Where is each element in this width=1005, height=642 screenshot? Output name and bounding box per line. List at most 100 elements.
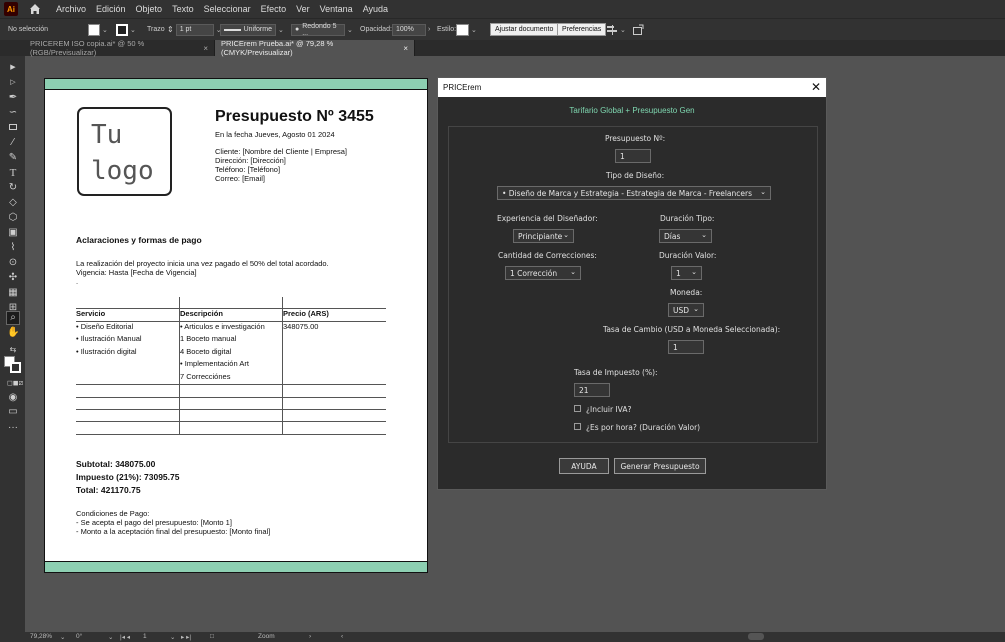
tab-priceerem-iso[interactable]: PRICEREM ISO copia.ai* @ 50 % (RGB/Previ… xyxy=(0,39,215,57)
preferences-button[interactable]: Preferencias xyxy=(557,23,607,36)
chevron-down-icon[interactable]: ⌄ xyxy=(170,633,175,641)
experience-select[interactable]: Principiante ⌄ xyxy=(513,229,574,243)
condition-line-1: - Se acepta el pago del presupuesto: [Mo… xyxy=(76,518,232,527)
tab-priceerem-prueba[interactable]: PRICErem Prueba.ai* @ 79,28 % (CMYK/Prev… xyxy=(215,39,415,57)
fit-document-button[interactable]: Ajustar documento xyxy=(490,23,559,36)
client-line: Cliente: [Nombre del Cliente | Empresa] xyxy=(215,147,348,156)
gradient-tool-icon[interactable]: ▣ xyxy=(7,227,19,239)
experience-label: Experiencia del Diseñador: xyxy=(497,214,598,223)
menu-ventana[interactable]: Ventana xyxy=(320,4,353,14)
type-tool-icon[interactable]: T xyxy=(7,167,19,179)
close-icon[interactable]: ✕ xyxy=(811,80,821,94)
logo-line-2: logo xyxy=(91,156,154,186)
transform-icon[interactable] xyxy=(632,23,644,36)
shape-builder-tool-icon[interactable]: ⬡ xyxy=(7,212,19,224)
stroke-weight-value[interactable]: 1 pt xyxy=(175,23,214,36)
share-icon[interactable]: □ xyxy=(210,633,214,640)
hourly-checkbox[interactable] xyxy=(574,423,581,430)
help-button[interactable]: AYUDA xyxy=(559,458,609,474)
tax-rate-input[interactable]: 21 xyxy=(574,383,610,397)
paintbrush-tool-icon[interactable]: ⁄ xyxy=(7,137,19,149)
address-line: Dirección: [Dirección] xyxy=(215,156,286,165)
currency-select[interactable]: USD ⌄ xyxy=(668,303,704,317)
menu-archivo[interactable]: Archivo xyxy=(56,4,86,14)
opacity-field[interactable]: 100% › xyxy=(392,23,430,36)
home-icon[interactable] xyxy=(28,2,42,16)
generate-budget-button[interactable]: Generar Presupuesto xyxy=(614,458,706,474)
scroll-left-icon[interactable]: ‹ xyxy=(341,633,343,640)
curvature-tool-icon[interactable]: ∽ xyxy=(7,107,19,119)
artboard-number[interactable]: 1 xyxy=(143,633,147,640)
eraser-tool-icon[interactable]: ◇ xyxy=(7,197,19,209)
design-type-value: • Diseño de Marca y Estrategia - Estrate… xyxy=(502,188,752,198)
rectangle-tool-icon[interactable] xyxy=(7,122,19,134)
next-artboard-icon[interactable]: ▸ ▸| xyxy=(181,633,191,641)
design-type-select[interactable]: • Diseño de Marca y Estrategia - Estrate… xyxy=(497,186,771,200)
more-tools-icon[interactable]: ··· xyxy=(7,422,19,434)
chevron-down-icon[interactable]: ⌄ xyxy=(108,633,113,641)
profile-dropdown[interactable]: Uniforme ⌄ xyxy=(220,23,284,36)
status-arrow-icon[interactable]: › xyxy=(309,633,311,640)
section-title: Aclaraciones y formas de pago xyxy=(76,235,202,245)
condition-line-2: - Monto a la aceptación final del presup… xyxy=(76,527,271,536)
brush-dropdown[interactable]: ● Redondo 5 ... ⌄ xyxy=(291,23,353,37)
blend-tool-icon[interactable]: ⊙ xyxy=(7,257,19,269)
close-icon[interactable]: × xyxy=(403,44,408,53)
align-icon[interactable]: ⌄ xyxy=(606,23,626,36)
exchange-rate-input[interactable]: 1 xyxy=(668,340,704,354)
duration-type-value: Días xyxy=(664,231,681,241)
screen-mode-icon[interactable]: ▭ xyxy=(7,406,19,418)
table-cell-description: 1 Boceto manual xyxy=(180,334,237,343)
stroke-swatch[interactable]: ⌄ xyxy=(116,23,136,36)
style-swatch[interactable]: ⌄ xyxy=(456,23,477,36)
menu-ver[interactable]: Ver xyxy=(296,4,310,14)
horizontal-scrollbar[interactable] xyxy=(748,633,764,640)
swap-colors-icon[interactable]: ⇆ xyxy=(7,344,19,356)
duration-type-select[interactable]: Días ⌄ xyxy=(659,229,712,243)
currency-value: USD xyxy=(673,305,690,315)
first-artboard-icon[interactable]: |◂ ◂ xyxy=(120,633,130,641)
draw-mode-icon[interactable]: ◉ xyxy=(7,392,19,404)
color-mode-icon[interactable]: ◻◼⧄ xyxy=(7,378,23,390)
dialog-subtitle: Tarifario Global + Presupuesto Gen xyxy=(569,106,695,115)
menu-edicion[interactable]: Edición xyxy=(96,4,126,14)
tab-label: PRICErem Prueba.ai* @ 79,28 % (CMYK/Prev… xyxy=(221,39,334,57)
budget-number-label: Presupuesto Nº: xyxy=(605,134,666,143)
dialog-title: PRICErem xyxy=(443,83,482,92)
symbol-sprayer-tool-icon[interactable]: ✣ xyxy=(7,272,19,284)
graph-tool-icon[interactable]: ▦ xyxy=(7,287,19,299)
logo-text: Tu logo xyxy=(91,117,154,189)
fill-swatch[interactable]: ⌄ xyxy=(88,23,108,36)
menu-bar: Ai Archivo Edición Objeto Texto Seleccio… xyxy=(0,0,1005,18)
selection-tool-icon[interactable]: ▶ xyxy=(7,62,19,74)
direct-selection-tool-icon[interactable]: ▷ xyxy=(7,77,19,89)
close-icon[interactable]: × xyxy=(203,44,208,53)
stroke-label[interactable]: Trazo xyxy=(147,23,165,36)
chevron-down-icon[interactable]: ⌄ xyxy=(60,633,65,641)
menu-seleccionar[interactable]: Seleccionar xyxy=(204,4,251,14)
pen-tool-icon[interactable]: ✒ xyxy=(7,92,19,104)
eyedropper-tool-icon[interactable]: ⌇ xyxy=(7,242,19,254)
opacity-value[interactable]: 100% xyxy=(392,23,426,36)
rotate-tool-icon[interactable]: ↻ xyxy=(7,182,19,194)
hand-tool-icon[interactable]: ✋ xyxy=(7,327,19,339)
stroke-color-icon[interactable] xyxy=(10,362,21,373)
table-header-price: Precio (ARS) xyxy=(283,309,329,318)
budget-number-input[interactable]: 1 xyxy=(615,149,651,163)
corrections-select[interactable]: 1 Corrección ⌄ xyxy=(505,266,581,280)
design-type-label: Tipo de Diseño: xyxy=(606,171,665,180)
menu-objeto[interactable]: Objeto xyxy=(136,4,163,14)
menu-ayuda[interactable]: Ayuda xyxy=(363,4,388,14)
duration-value-select[interactable]: 1 ⌄ xyxy=(671,266,702,280)
stroke-weight-stepper[interactable]: ⇕ 1 pt ⌄ xyxy=(167,23,222,36)
include-iva-checkbox[interactable] xyxy=(574,405,581,412)
zoom-level[interactable]: 79,28% xyxy=(30,633,52,640)
zoom-tool-icon[interactable]: ⌕ xyxy=(6,311,20,325)
opacity-label[interactable]: Opacidad: xyxy=(360,23,392,36)
menu-efecto[interactable]: Efecto xyxy=(261,4,287,14)
rotation-value[interactable]: 0° xyxy=(76,633,82,640)
email-line: Correo: [Email] xyxy=(215,174,266,183)
menu-texto[interactable]: Texto xyxy=(172,4,194,14)
profile-line-icon xyxy=(224,28,241,31)
pencil-tool-icon[interactable]: ✎ xyxy=(7,152,19,164)
